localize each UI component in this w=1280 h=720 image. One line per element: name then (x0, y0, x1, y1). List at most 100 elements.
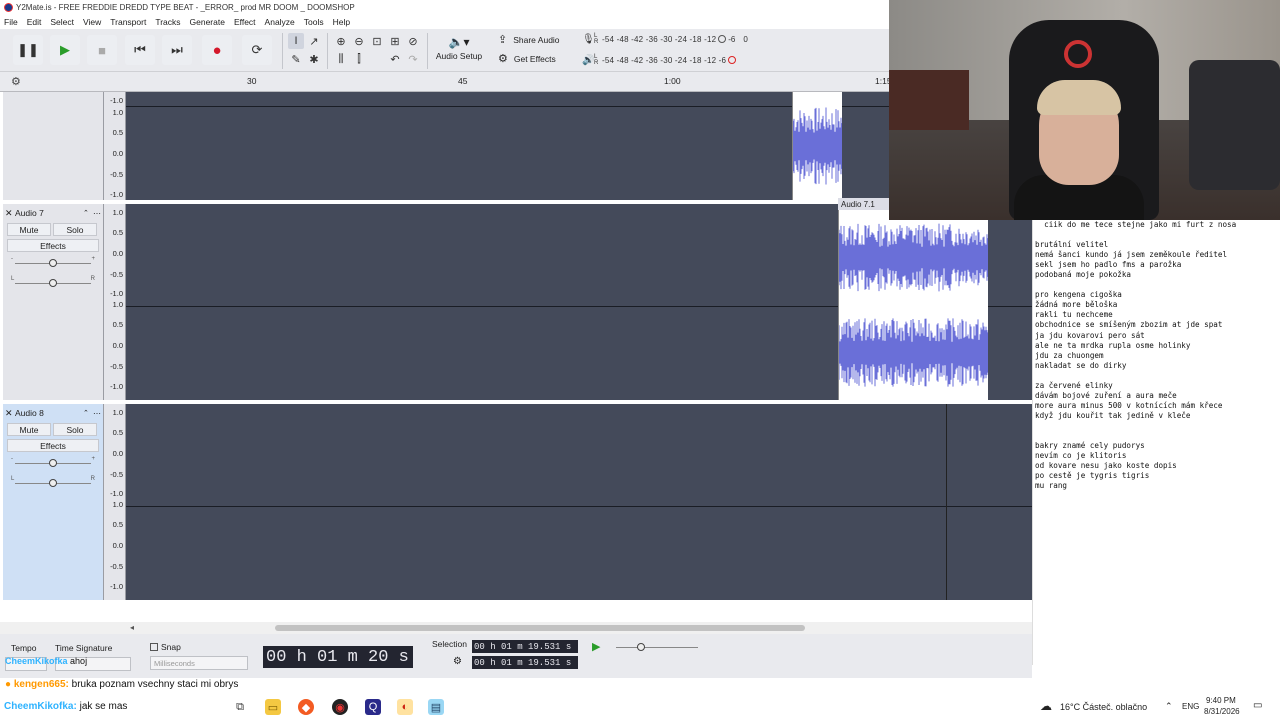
silence-button[interactable]: ⫿ (351, 51, 367, 67)
brave-icon[interactable]: ◆ (298, 699, 314, 715)
app-icon[interactable]: Q (365, 699, 381, 715)
envelope-tool[interactable]: ↗ (306, 33, 322, 49)
play-at-speed-button[interactable]: ▶ (592, 640, 600, 653)
fit-project-button[interactable]: ⊞ (387, 33, 403, 49)
task-view-icon[interactable]: ⧉ (232, 699, 248, 715)
snap-unit-select[interactable]: Milliseconds (150, 656, 248, 670)
pan-slider[interactable]: L R (11, 476, 95, 488)
clip-name[interactable]: Audio 7.1 (841, 200, 875, 209)
audio-clip[interactable] (792, 92, 842, 200)
selection-tool[interactable]: I (288, 33, 304, 49)
chevron-up-icon[interactable]: ⌃ (83, 209, 93, 217)
waveform-area[interactable] (126, 404, 1032, 600)
undo-button[interactable]: ↶ (387, 51, 403, 67)
menu-transport[interactable]: Transport (110, 17, 146, 27)
recording-level-knob[interactable] (718, 35, 727, 43)
zoom-out-button[interactable]: ⊖ (351, 33, 367, 49)
weather-text[interactable]: 16°C Částeč. oblačno (1060, 702, 1147, 712)
get-effects-button[interactable]: ⚙ Get Effects (498, 52, 556, 65)
zoom-toggle-button[interactable]: ⊘ (405, 33, 421, 49)
track-control-panel[interactable]: ✕ Audio 8 ⌃ ⋯ Mute Solo Effects - + L R (3, 404, 104, 600)
track-control-panel[interactable] (3, 92, 104, 200)
audio-clip[interactable] (838, 210, 988, 400)
more-icon[interactable]: ⋯ (93, 409, 101, 418)
close-icon[interactable]: ✕ (5, 208, 15, 219)
snap-checkbox[interactable]: Snap (150, 642, 181, 652)
notepad-window[interactable]: ciik do me tece stejne jako mi furt z no… (1032, 220, 1280, 665)
tracks-area[interactable]: -1.0 1.0 0.5 0.0 -0.5 -1.0 ✕ Audio 7 ⌃ ⋯ (0, 92, 1032, 622)
skip-start-button[interactable]: ⏮ (125, 35, 155, 65)
track-top[interactable]: -1.0 1.0 0.5 0.0 -0.5 -1.0 (3, 92, 1032, 200)
gain-slider[interactable]: - + (11, 256, 95, 268)
time-display[interactable]: 00 h 01 m 20 s (263, 646, 413, 668)
slider-thumb[interactable] (49, 259, 57, 267)
track-name[interactable]: Audio 7 (15, 208, 83, 218)
menu-file[interactable]: File (4, 17, 18, 27)
pause-button[interactable]: ❚❚ (13, 35, 43, 65)
fit-selection-button[interactable]: ⊡ (369, 33, 385, 49)
menu-help[interactable]: Help (333, 17, 350, 27)
close-icon[interactable]: ✕ (5, 408, 15, 419)
menu-effect[interactable]: Effect (234, 17, 256, 27)
chevron-left-icon[interactable]: ◂ (130, 623, 134, 632)
gear-icon[interactable]: ⚙ (11, 75, 21, 88)
weather-icon[interactable]: ☁ (1040, 699, 1052, 713)
track-control-panel[interactable]: ✕ Audio 7 ⌃ ⋯ Mute Solo Effects - + L R (3, 204, 104, 400)
slider-thumb[interactable] (637, 643, 645, 651)
solo-button[interactable]: Solo (53, 423, 97, 436)
slider-thumb[interactable] (49, 279, 57, 287)
chevron-up-icon[interactable]: ⌃ (1165, 701, 1173, 712)
slider-thumb[interactable] (49, 479, 57, 487)
track-audio-7[interactable]: ✕ Audio 7 ⌃ ⋯ Mute Solo Effects - + L R … (3, 198, 1032, 400)
gear-icon[interactable]: ⚙ (453, 656, 462, 667)
horizontal-scrollbar[interactable]: ◂ (0, 622, 1032, 634)
zoom-in-button[interactable]: ⊕ (333, 33, 349, 49)
recording-meter[interactable]: 🎙 LR -54 -48 -42 -36 -30 -24 -18 -12 -6 … (582, 33, 748, 45)
file-explorer-icon[interactable]: ▭ (265, 699, 281, 715)
selection-start-field[interactable]: 00 h 01 m 19.531 s (472, 640, 578, 653)
track-name[interactable]: Audio 8 (15, 408, 83, 418)
clock-date[interactable]: 8/31/2026 (1204, 707, 1240, 716)
effects-button[interactable]: Effects (7, 439, 99, 452)
playback-meter[interactable]: 🔊 LR -54 -48 -42 -36 -30 -24 -18 -12 -6 (582, 54, 738, 66)
slider-thumb[interactable] (49, 459, 57, 467)
stop-button[interactable]: ■ (87, 35, 117, 65)
menu-tools[interactable]: Tools (304, 17, 324, 27)
clock-time[interactable]: 9:40 PM (1206, 696, 1236, 705)
gain-slider[interactable]: - + (11, 456, 95, 468)
selection-end-field[interactable]: 00 h 01 m 19.531 s (472, 656, 578, 669)
share-audio-button[interactable]: ⇪ Share Audio (498, 33, 560, 46)
language-indicator[interactable]: ENG (1182, 702, 1199, 711)
audio-setup-button[interactable]: 🔈▾ Audio Setup (432, 33, 486, 67)
menu-tracks[interactable]: Tracks (155, 17, 180, 27)
notification-icon[interactable]: ▭ (1253, 700, 1262, 711)
menu-edit[interactable]: Edit (27, 17, 42, 27)
menu-generate[interactable]: Generate (190, 17, 225, 27)
checkbox-box[interactable] (150, 643, 158, 651)
chevron-up-icon[interactable]: ⌃ (83, 409, 93, 417)
multi-tool[interactable]: ✱ (306, 51, 322, 67)
play-button[interactable]: ▶ (50, 35, 80, 65)
track-audio-8[interactable]: ✕ Audio 8 ⌃ ⋯ Mute Solo Effects - + L R … (3, 404, 1032, 600)
more-icon[interactable]: ⋯ (93, 209, 101, 218)
scrollbar-thumb[interactable] (275, 625, 805, 631)
trim-button[interactable]: ⫼ (333, 51, 349, 67)
playback-level-knob[interactable] (728, 56, 737, 64)
audacity-icon[interactable]: ◐ (397, 699, 413, 715)
loop-button[interactable]: ⟳ (242, 35, 272, 65)
record-button[interactable]: ● (202, 35, 232, 65)
pan-slider[interactable]: L R (11, 276, 95, 288)
play-speed-slider[interactable] (612, 642, 702, 652)
timeline-ruler[interactable]: ⚙ 30 45 1:00 1:15 (0, 72, 892, 92)
menu-select[interactable]: Select (50, 17, 74, 27)
redo-button[interactable]: ↷ (405, 51, 421, 67)
draw-tool[interactable]: ✎ (288, 51, 304, 67)
solo-button[interactable]: Solo (53, 223, 97, 236)
menu-analyze[interactable]: Analyze (265, 17, 295, 27)
skip-end-button[interactable]: ⏭ (162, 35, 192, 65)
menu-view[interactable]: View (83, 17, 101, 27)
notepad-icon[interactable]: ▤ (428, 699, 444, 715)
mute-button[interactable]: Mute (7, 223, 51, 236)
notepad-text[interactable]: ciik do me tece stejne jako mi furt z no… (1033, 220, 1280, 491)
effects-button[interactable]: Effects (7, 239, 99, 252)
